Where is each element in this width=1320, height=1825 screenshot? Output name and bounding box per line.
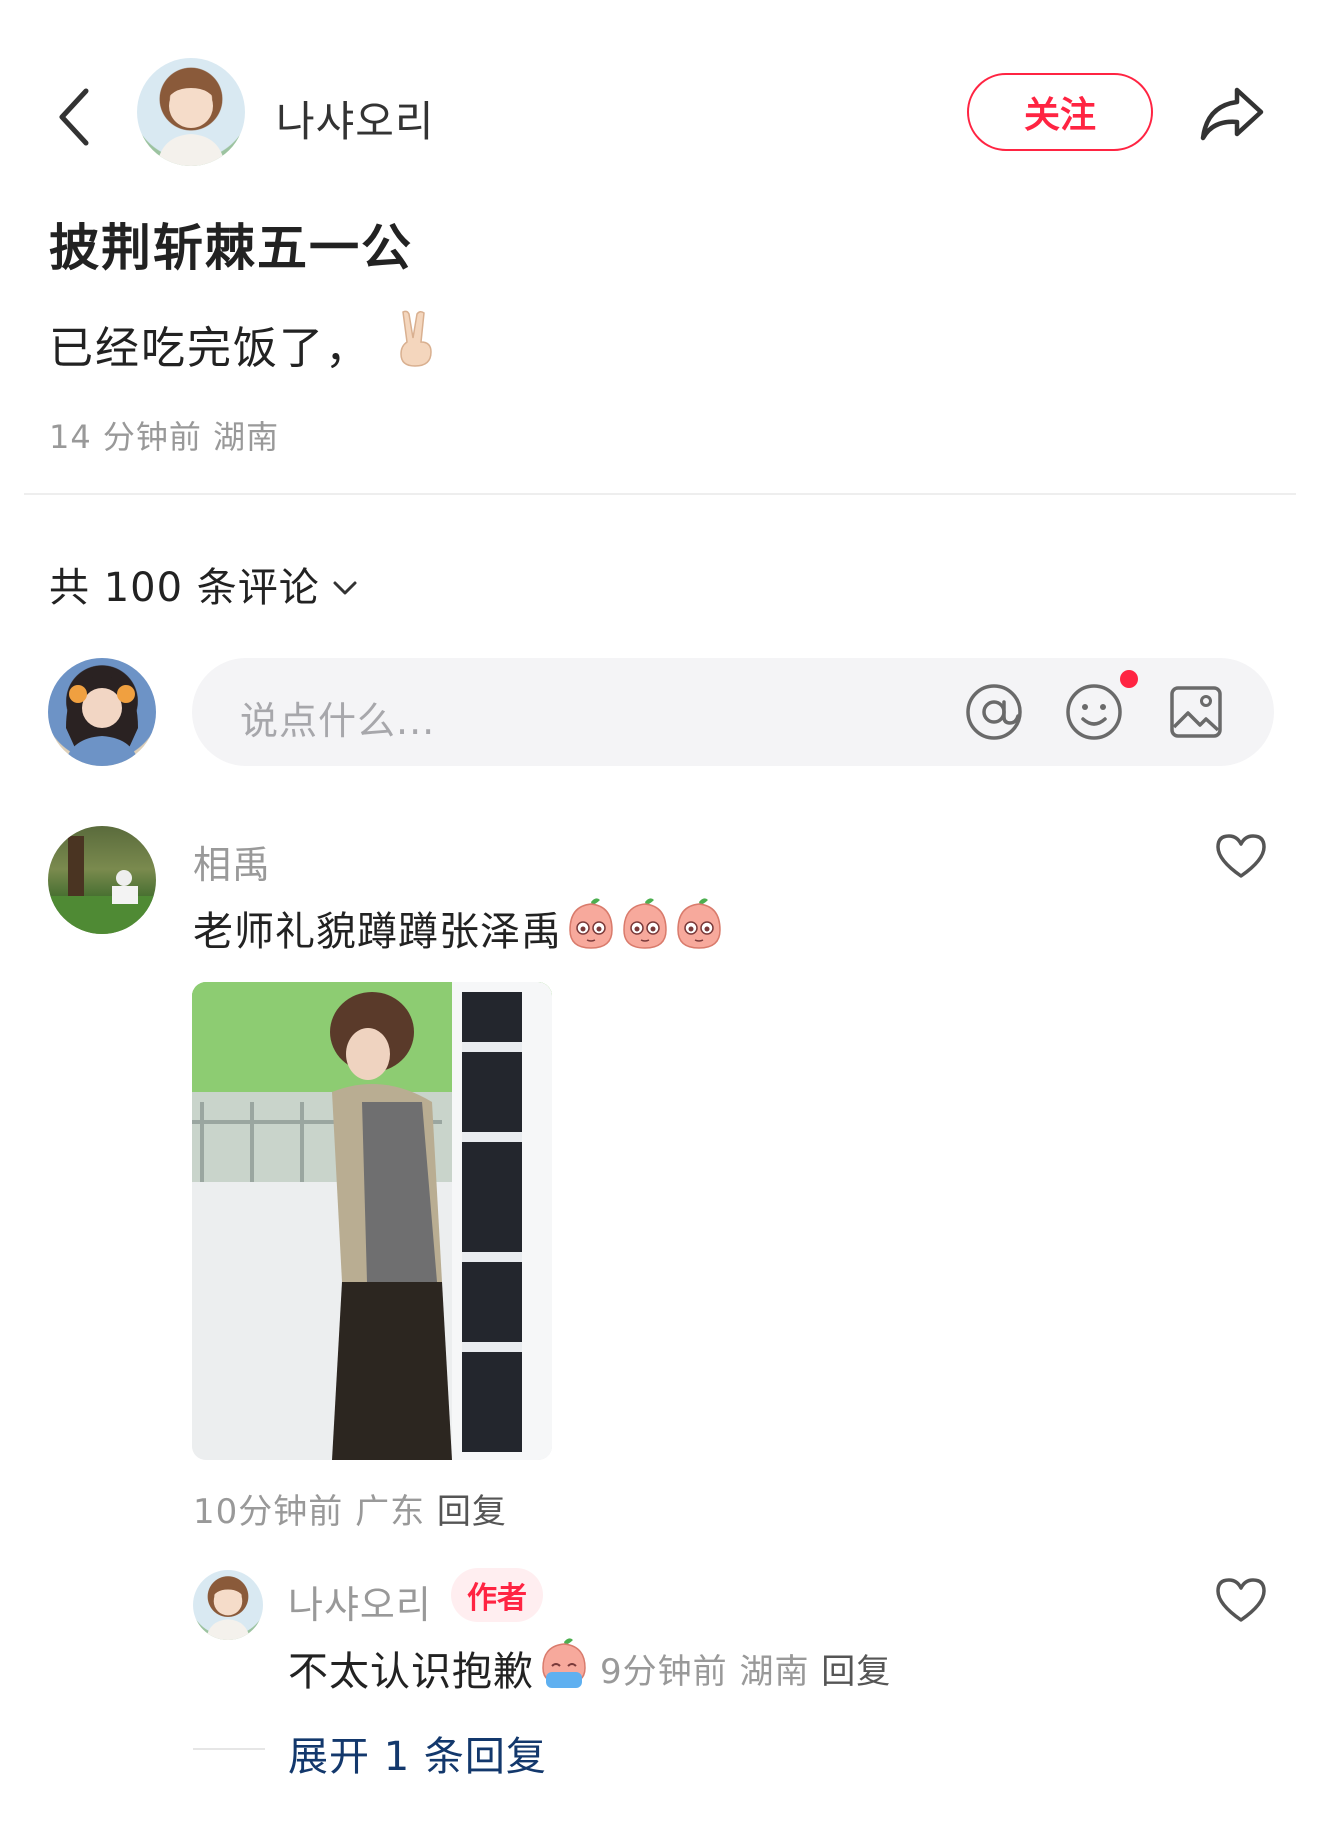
post-meta: 14 分钟前 湖南 — [49, 412, 279, 458]
peach-sticker-icon — [620, 896, 670, 960]
reply-button[interactable]: 回复 — [437, 1492, 507, 1532]
author-avatar-image — [157, 76, 225, 166]
author-avatar[interactable] — [137, 58, 245, 166]
comment-image[interactable] — [192, 982, 552, 1460]
comment-text: 老师礼貌蹲蹲张泽禹 — [193, 896, 724, 960]
comment-photo — [192, 982, 552, 1460]
reply-location: 湖南 — [739, 1651, 810, 1692]
comment-count-sort[interactable]: 共 100 条评论 — [49, 555, 358, 613]
my-avatar[interactable] — [48, 658, 156, 766]
chevron-left-icon — [59, 88, 89, 146]
victory-hand-emoji-icon — [393, 308, 437, 379]
smiley-icon — [1066, 684, 1122, 740]
image-button[interactable] — [1164, 680, 1228, 744]
peach-sticker-icon — [566, 896, 616, 960]
expand-divider — [193, 1748, 265, 1750]
reply-to-reply-button[interactable]: 回复 — [821, 1652, 891, 1692]
reply-time: 9分钟前 — [600, 1651, 728, 1692]
post-body-text: 已经吃完饭了， — [49, 322, 371, 374]
reply-like-button[interactable] — [1213, 1574, 1269, 1626]
reply-text-content: 不太认识抱歉 — [288, 1649, 534, 1695]
commenter-avatar-image — [48, 836, 156, 934]
comment-input-placeholder: 说点什么... — [240, 699, 436, 743]
share-arrow-icon — [1200, 87, 1264, 141]
heart-icon — [1216, 834, 1266, 878]
reply-meta: 9分钟前 湖南 回复 — [600, 1644, 891, 1693]
comment-input[interactable]: 说点什么... — [192, 658, 1274, 766]
comment-time: 10分钟前 — [193, 1492, 344, 1532]
comment-location: 广东 — [355, 1492, 426, 1532]
post-time: 14 分钟前 — [49, 418, 202, 456]
divider — [24, 493, 1296, 495]
chevron-down-icon — [332, 561, 358, 607]
expand-replies-button[interactable]: 展开 1 条回复 — [288, 1724, 547, 1782]
mention-button[interactable] — [962, 680, 1026, 744]
crying-peach-sticker-icon — [538, 1636, 590, 1700]
like-button[interactable] — [1213, 830, 1269, 882]
commenter-avatar[interactable] — [48, 826, 156, 934]
image-icon — [1170, 686, 1222, 738]
commenter-name[interactable]: 相禹 — [193, 834, 271, 889]
comment-count-label: 共 100 条评论 — [49, 565, 320, 611]
follow-button[interactable]: 关注 — [967, 73, 1153, 151]
reply-author-avatar[interactable] — [193, 1570, 263, 1640]
share-button[interactable] — [1196, 80, 1268, 146]
author-name[interactable]: 나샤오리 — [276, 88, 435, 149]
emoji-button[interactable] — [1062, 680, 1126, 744]
new-indicator-dot — [1120, 670, 1138, 688]
my-avatar-image — [64, 676, 140, 766]
comment-text-content: 老师礼貌蹲蹲张泽禹 — [193, 909, 562, 955]
post-body: 已经吃完饭了， — [49, 308, 437, 379]
post-location: 湖南 — [213, 418, 280, 456]
reply-author-name[interactable]: 나샤오리 — [288, 1574, 432, 1629]
at-sign-icon — [966, 684, 1022, 740]
reply-author-avatar-image — [205, 1581, 251, 1640]
back-button[interactable] — [48, 82, 98, 152]
peach-sticker-icon — [674, 896, 724, 960]
comment-meta: 10分钟前 广东 回复 — [193, 1484, 507, 1533]
post-title: 披荆斩棘五一公 — [49, 219, 413, 277]
heart-icon — [1216, 1578, 1266, 1622]
reply-text: 不太认识抱歉 9分钟前 湖南 回复 — [288, 1636, 891, 1700]
author-badge: 作者 — [451, 1568, 543, 1622]
